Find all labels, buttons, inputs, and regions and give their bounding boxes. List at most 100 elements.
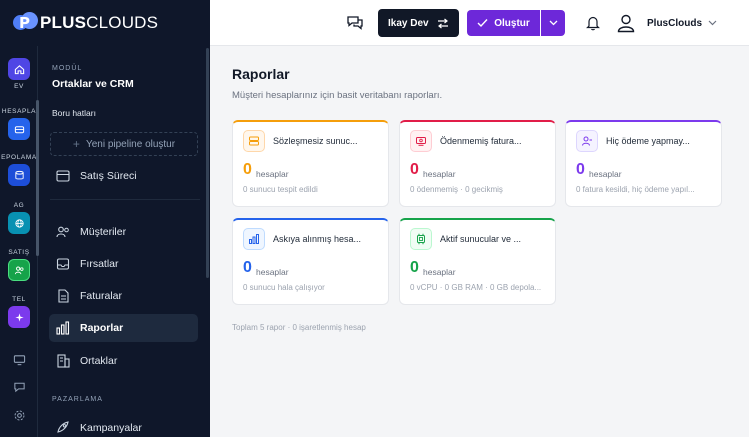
nav-item-invoices[interactable]: Faturalar [49, 282, 198, 310]
report-name: Hiç ödeme yapmay... [606, 136, 690, 146]
bar-chart-icon [56, 321, 70, 335]
notifications-button[interactable] [584, 13, 602, 33]
create-label: Oluştur [494, 17, 530, 29]
server-icon [243, 130, 265, 152]
report-unit: hesaplar [423, 169, 456, 179]
chevron-down-icon [549, 20, 557, 26]
nav-item-campaigns[interactable]: Kampanyalar [49, 414, 198, 437]
module-caption: MODÜL [52, 65, 83, 72]
check-icon [477, 19, 488, 28]
sidebar: P PLUSCLOUDS EV HESAPLA EPOLAMA AĞ SATIŞ… [0, 0, 210, 437]
report-description: 0 ödenmemiş · 0 gecikmiş [410, 185, 503, 194]
report-card-active-servers[interactable]: Aktif sunucular ve ... 0 hesaplar 0 vCPU… [399, 218, 556, 305]
report-card-suspended-accounts[interactable]: Askıya alınmış hesa... 0 hesaplar 0 sunu… [232, 218, 389, 305]
swap-icon [437, 18, 448, 28]
page-title: Raporlar [232, 66, 290, 82]
new-pipeline-button[interactable]: + Yeni pipeline oluştur [50, 132, 198, 156]
home-icon [8, 58, 30, 80]
create-button[interactable]: Oluştur [467, 10, 540, 36]
receipt-icon [410, 130, 432, 152]
account-name: PlusClouds [647, 17, 703, 29]
account-menu[interactable]: PlusClouds [615, 10, 717, 36]
chat-icon[interactable] [8, 378, 30, 396]
rail-scrollbar[interactable] [36, 100, 39, 256]
nav-item-opportunities[interactable]: Fırsatlar [49, 250, 198, 278]
module-rail: EV HESAPLA EPOLAMA AĞ SATIŞ TEL [0, 46, 38, 437]
report-value: 0 [410, 161, 419, 178]
workspace-label: Ikay Dev [388, 17, 429, 29]
rail-item-home[interactable]: EV [0, 58, 38, 90]
nav-item-label: Kampanyalar [80, 422, 142, 434]
globe-icon [8, 212, 30, 234]
cpu-icon [410, 228, 432, 250]
nav-item-label: Fırsatlar [80, 258, 119, 270]
report-name: Aktif sunucular ve ... [440, 234, 522, 244]
nav-item-label: Raporlar [80, 322, 124, 334]
wallet-icon [8, 118, 30, 140]
module-title: Ortaklar ve CRM [52, 78, 134, 90]
report-description: 0 fatura kesildi, hiç ödeme yapıl... [576, 185, 695, 194]
nav-item-label: Satış Süreci [80, 170, 137, 182]
rail-item-network[interactable]: AĞ [0, 202, 38, 234]
create-dropdown-button[interactable] [541, 10, 565, 36]
users-icon [8, 259, 30, 281]
report-unit: hesaplar [256, 169, 289, 179]
invoice-icon [58, 289, 69, 303]
report-description: 0 vCPU · 0 GB RAM · 0 GB depola... [410, 283, 542, 292]
rail-item-storage[interactable]: EPOLAMA [0, 154, 38, 186]
report-value: 0 [410, 259, 419, 276]
report-value: 0 [576, 161, 585, 178]
report-name: Askıya alınmış hesa... [273, 234, 362, 244]
pipeline-icon [56, 170, 70, 182]
report-description: 0 sunucu hala çalışıyor [243, 283, 325, 292]
plus-icon: + [72, 137, 80, 151]
nav-item-label: Müşteriler [80, 226, 127, 238]
sparkle-icon [8, 306, 30, 328]
nav-item-label: Ortaklar [80, 355, 118, 367]
nav-item-reports[interactable]: Raporlar [49, 314, 198, 342]
nav-item-partners[interactable]: Ortaklar [49, 347, 198, 375]
report-name: Ödenmemiş fatura... [440, 136, 522, 146]
reports-summary: Toplam 5 rapor · 0 işaretlenmiş hesap [232, 323, 366, 332]
bar-chart-icon [243, 228, 265, 250]
rail-label: SATIŞ [8, 249, 30, 256]
rail-item-accounts[interactable]: HESAPLA [0, 108, 38, 140]
logo-mark-icon: P [13, 12, 38, 34]
workspace-switch-button[interactable]: Ikay Dev [378, 9, 459, 37]
report-unit: hesaplar [589, 169, 622, 179]
rocket-icon [57, 421, 69, 433]
rail-label: HESAPLA [1, 108, 37, 115]
rail-label: TEL [12, 296, 26, 303]
report-card-unpaid-invoices[interactable]: Ödenmemiş fatura... 0 hesaplar 0 ödenmem… [399, 120, 556, 207]
divider [50, 199, 200, 200]
rail-label: EV [14, 83, 24, 90]
messages-button[interactable] [344, 13, 366, 33]
report-value: 0 [243, 161, 252, 178]
avatar-icon [617, 14, 635, 33]
user-minus-icon [576, 130, 598, 152]
topbar: Ikay Dev Oluştur PlusClouds [210, 0, 749, 46]
report-card-servers-without-contract[interactable]: Sözleşmesiz sunuc... 0 hesaplar 0 sunucu… [232, 120, 389, 207]
inbox-icon [56, 258, 70, 270]
chevron-down-icon [708, 20, 717, 26]
logo-text: PLUSCLOUDS [40, 13, 159, 32]
rail-item-tel[interactable]: TEL [0, 296, 38, 328]
report-unit: hesaplar [423, 267, 456, 277]
report-description: 0 sunucu tespit edildi [243, 185, 318, 194]
report-card-never-paid[interactable]: Hiç ödeme yapmay... 0 hesaplar 0 fatura … [565, 120, 722, 207]
monitor-icon[interactable] [8, 351, 30, 369]
section-label-pipelines: Boru hatları [52, 108, 96, 118]
logo[interactable]: P PLUSCLOUDS [13, 12, 158, 34]
bell-icon [586, 16, 600, 31]
report-value: 0 [243, 259, 252, 276]
main-content: Raporlar Müşteri hesaplarınız için basit… [210, 47, 749, 437]
nav-item-sales-process[interactable]: Satış Süreci [49, 162, 198, 190]
rail-item-sales[interactable]: SATIŞ [0, 249, 38, 281]
section-label-marketing: PAZARLAMA [52, 396, 103, 403]
module-panel: MODÜL Ortaklar ve CRM Boru hatları + Yen… [40, 46, 210, 437]
report-unit: hesaplar [256, 267, 289, 277]
users-icon [56, 226, 69, 238]
gear-icon[interactable] [8, 406, 30, 424]
panel-scrollbar[interactable] [206, 48, 209, 278]
nav-item-customers[interactable]: Müşteriler [49, 218, 198, 246]
